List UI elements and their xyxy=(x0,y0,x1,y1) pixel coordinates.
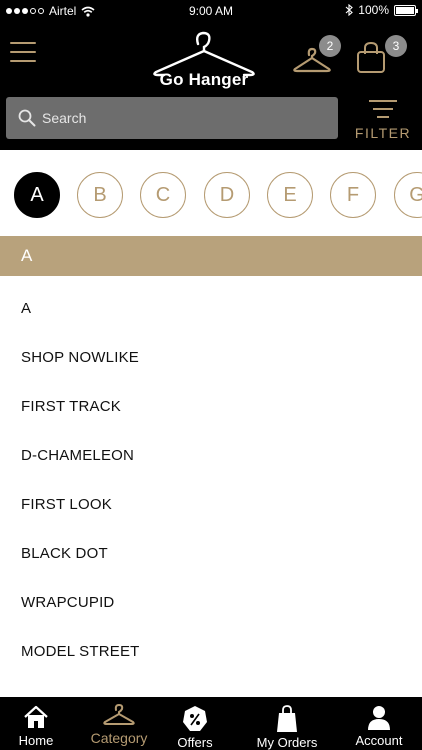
letter-d[interactable]: D xyxy=(204,172,250,218)
hanger-icon xyxy=(103,703,135,725)
list-item[interactable]: SHOP NOWLIKE xyxy=(0,333,422,382)
battery-info: 100% xyxy=(345,3,418,17)
wishlist-count-badge: 2 xyxy=(319,35,341,57)
cart-count-badge: 3 xyxy=(385,35,407,57)
shopping-bag-icon xyxy=(357,41,385,73)
bottom-tab-bar: Home Category Offers My Orders Account xyxy=(0,697,422,750)
app-header: Go Hanger 2 3 Search FILTER xyxy=(0,22,422,150)
letter-f[interactable]: F xyxy=(330,172,376,218)
tab-my-orders[interactable]: My Orders xyxy=(246,697,328,750)
list-item[interactable]: FIRST LOOK xyxy=(0,480,422,529)
status-bar: Airtel 9:00 AM 100% xyxy=(0,0,422,22)
search-input[interactable]: Search xyxy=(6,97,338,139)
list-item[interactable]: D-CHAMELEON xyxy=(0,431,422,480)
tab-category-label: Category xyxy=(90,730,148,746)
list-item[interactable]: FIRST TRACK xyxy=(0,382,422,431)
tab-my-orders-label: My Orders xyxy=(256,735,318,750)
bluetooth-icon xyxy=(345,4,354,16)
list-item[interactable]: BLACK DOT xyxy=(0,529,422,578)
search-placeholder: Search xyxy=(42,110,87,126)
tab-account-label: Account xyxy=(355,733,403,748)
tab-offers[interactable]: Offers xyxy=(162,697,228,750)
list-item[interactable]: A xyxy=(0,284,422,333)
letter-b[interactable]: B xyxy=(77,172,123,218)
filter-icon xyxy=(368,100,398,124)
menu-icon[interactable] xyxy=(10,42,36,66)
cart-button[interactable] xyxy=(354,40,388,76)
battery-icon xyxy=(394,4,418,16)
brand-list: A SHOP NOWLIKE FIRST TRACK D-CHAMELEON F… xyxy=(0,284,422,676)
list-item[interactable]: MODEL STREET xyxy=(0,627,422,676)
tab-home-label: Home xyxy=(18,733,54,748)
tab-offers-label: Offers xyxy=(177,735,213,750)
tab-account[interactable]: Account xyxy=(344,697,414,750)
app-logo: Go Hanger xyxy=(148,30,260,90)
tab-home[interactable]: Home xyxy=(0,697,72,750)
home-icon xyxy=(24,705,48,728)
tab-category[interactable]: Category xyxy=(76,697,162,750)
filter-button[interactable]: FILTER xyxy=(350,98,418,142)
alphabet-filter: A B C D E F G xyxy=(0,150,422,236)
section-header: A xyxy=(0,236,422,276)
letter-e[interactable]: E xyxy=(267,172,313,218)
letter-g[interactable]: G xyxy=(394,172,422,218)
letter-c[interactable]: C xyxy=(140,172,186,218)
list-item[interactable]: WRAPCUPID xyxy=(0,578,422,627)
search-icon xyxy=(18,109,36,127)
logo-text: Go Hanger xyxy=(159,70,249,89)
filter-label: FILTER xyxy=(354,125,412,141)
user-icon xyxy=(368,706,390,730)
offer-tag-icon xyxy=(183,706,207,731)
battery-percent: 100% xyxy=(358,3,389,17)
shopping-bag-icon xyxy=(277,705,297,732)
letter-a[interactable]: A xyxy=(14,172,60,218)
